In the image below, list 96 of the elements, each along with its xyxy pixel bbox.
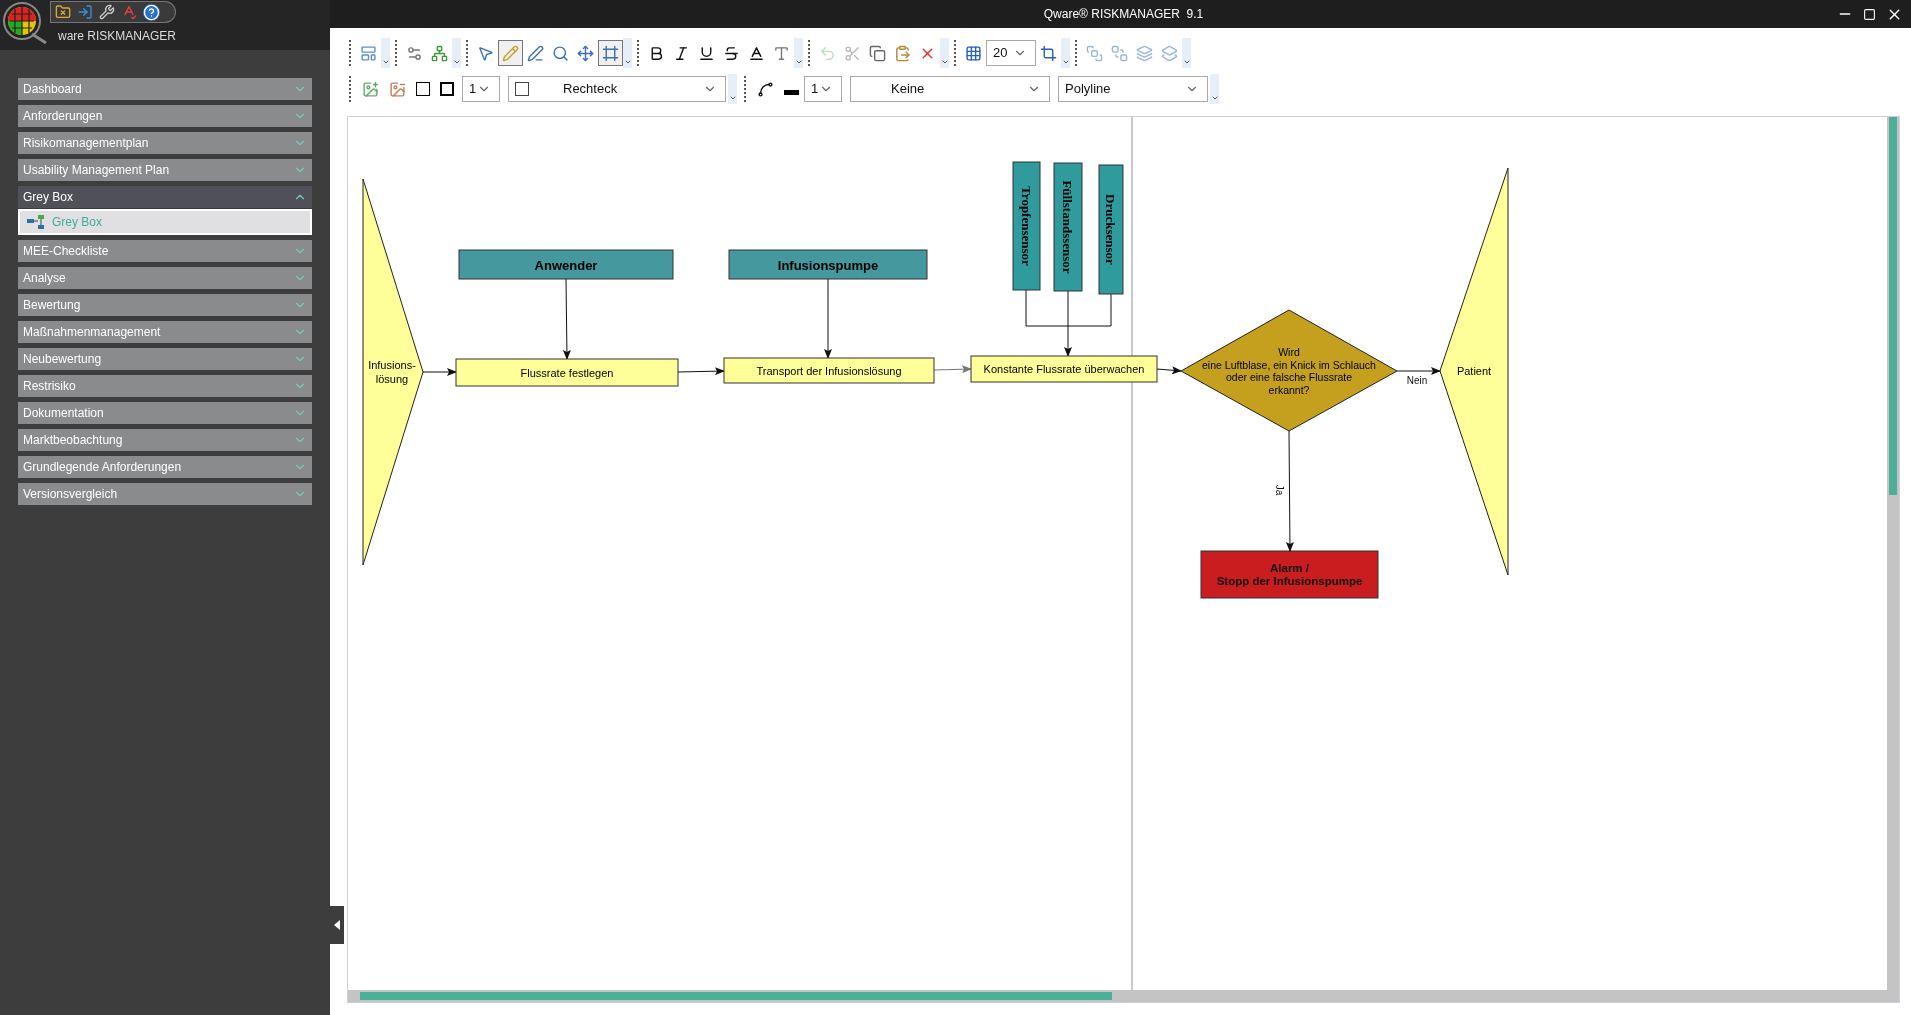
connector-arrow [422,368,457,376]
underline-icon [698,44,715,62]
tools-icon[interactable] [99,4,115,20]
settings-icon [406,44,423,62]
sidebar-item[interactable]: Grundlegende Anforderungen [18,456,312,478]
undo-icon [819,44,836,62]
overflow-icon [452,58,461,66]
swatch-icon [515,82,529,96]
overflow-icon [1182,58,1191,66]
window-title: Qware® RISKMANAGER 9.1 [1043,6,1204,23]
sidebar-subitem[interactable]: Grey Box [18,209,312,235]
sidebar-item[interactable]: Anforderungen [18,105,312,127]
paste-icon [894,44,911,62]
overflow-icon [1210,94,1219,102]
frame-toggle-icon [602,44,619,62]
pencil-tool-icon [502,44,519,62]
zoom-tool-icon [552,44,569,62]
connector-arrow [677,367,725,376]
font-color-icon [748,44,765,62]
italic-icon [673,44,690,62]
dropdown[interactable]: Rechteck [508,76,726,102]
dropdown[interactable]: Keine [850,76,1050,102]
diagram-icon [26,214,46,230]
sidebar-item[interactable]: Marktbeobachtung [18,429,312,451]
node-label: Anwender [534,257,598,272]
app-name: ware RISKMANAGER [58,28,177,45]
node-label: Infusions- lösung [368,359,416,385]
layout-icon [360,44,377,62]
node-label: Alarm / Stopp der Infusionspumpe [1216,561,1363,588]
bring-forward-icon [1136,44,1153,62]
edge-label: Ja [1273,484,1285,496]
scrollbar-thumb[interactable] [1889,117,1897,495]
send-to-back-icon [1111,44,1128,62]
sidebar-item[interactable]: Versionsvergleich [18,483,312,505]
node-label: Drucksensor [1103,194,1119,265]
spell-check-icon[interactable] [121,4,137,20]
fit-page-icon [577,44,594,62]
hierarchy-icon [431,44,448,62]
sidebar-item[interactable]: Dokumentation [18,402,312,424]
sidebar-item[interactable]: Usability Management Plan [18,159,312,181]
overflow-icon [940,58,949,66]
dropdown[interactable]: 1 [462,76,500,102]
pencil-tool-button[interactable] [498,40,523,66]
node-label: Füllstandssensor [1060,180,1076,274]
node-label: Transport der Infusionslösung [756,364,902,377]
cut-icon [844,44,861,62]
sidebar-item[interactable]: Analyse [18,267,312,289]
sidebar-item[interactable]: Risikomanagementplan [18,132,312,154]
grid-icon [965,44,982,62]
connector-arrow [1396,367,1441,375]
connector-arrow [1156,366,1182,375]
node-label: Konstante Flussrate überwachen [983,363,1145,375]
sidebar-item[interactable]: MEE-Checkliste [18,240,312,262]
vertical-scrollbar[interactable] [1887,117,1899,990]
frame-toggle-button[interactable] [598,40,623,66]
line-style-icon [757,80,774,98]
overflow-icon [623,58,632,66]
scrollbar-thumb[interactable] [360,992,1112,1000]
strikethrough-icon [723,44,740,62]
pen-tool-icon [527,44,544,62]
exit-door-icon[interactable] [77,4,93,20]
sidebar-item[interactable]: Maßnahmenmanagement [18,321,312,343]
remove-image-icon [389,80,406,98]
sidebar-item[interactable]: Bewertung [18,294,312,316]
bring-to-front-icon [1086,44,1103,62]
folder-close-icon[interactable] [55,4,71,20]
sidebar-item[interactable]: Restrisiko [18,375,312,397]
collapse-arrow-icon [334,920,340,930]
node-label: Infusionspumpe [777,257,879,272]
collapse-sidebar-button[interactable] [330,906,344,944]
copy-icon [869,44,886,62]
add-image-icon [362,80,379,98]
node-label: Flussrate festlegen [520,366,614,379]
dropdown[interactable]: 1 [804,76,842,102]
node-label: Tropfensensor [1019,186,1034,266]
connector-arrow [933,365,972,374]
maximize-icon[interactable] [1863,7,1876,21]
send-backward-icon [1161,44,1178,62]
dropdown[interactable]: Polyline [1058,76,1208,102]
connector-arrow [1064,290,1072,357]
sidebar-item[interactable]: Grey Box [18,186,312,208]
overflow-icon [794,58,803,66]
node-label: Patient [1456,365,1492,377]
pointer-icon-icon [477,44,494,62]
overflow-icon [381,58,390,66]
crop-icon [1040,44,1057,62]
sidebar-item[interactable]: Neubewertung [18,348,312,370]
overflow-icon [1061,58,1070,66]
horizontal-scrollbar[interactable] [348,990,1899,1002]
overflow-icon [728,94,737,102]
node-label: Wird eine Luftblase, ein Knick im Schlauch oder eine falsche Flussrate erkannt? [1202,346,1376,396]
sidebar-item[interactable]: Dashboard [18,78,312,100]
text-settings-icon [773,44,790,62]
edge-label: Nein [1406,375,1428,386]
help-icon[interactable] [143,3,160,21]
dropdown[interactable]: 20 [986,40,1036,66]
